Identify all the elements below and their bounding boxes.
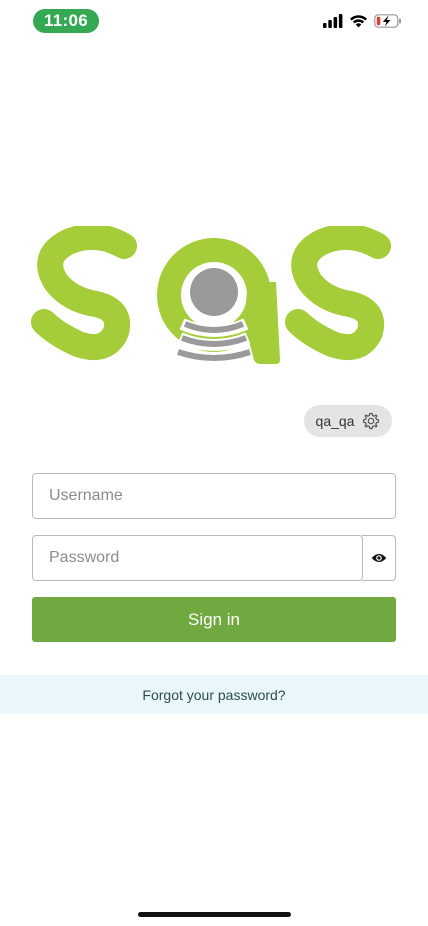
status-bar: 11:06 [0,0,428,44]
gear-icon [363,412,380,430]
status-time: 11:06 [33,9,99,33]
forgot-password-bar: Forgot your password? [0,675,428,714]
cellular-signal-icon [323,14,343,28]
sqs-logo [31,226,391,364]
username-input[interactable] [32,473,396,519]
battery-charging-icon [374,14,401,28]
forgot-password-link[interactable]: Forgot your password? [142,687,285,703]
password-visibility-toggle[interactable] [362,535,396,581]
status-icons [323,14,402,28]
sign-in-button[interactable]: Sign in [32,597,396,642]
environment-label: qa_qa [315,413,355,429]
environment-selector[interactable]: qa_qa [304,405,392,437]
password-input[interactable] [32,535,363,581]
wifi-icon [350,15,367,28]
eye-icon [371,554,386,562]
home-indicator[interactable] [138,912,291,917]
